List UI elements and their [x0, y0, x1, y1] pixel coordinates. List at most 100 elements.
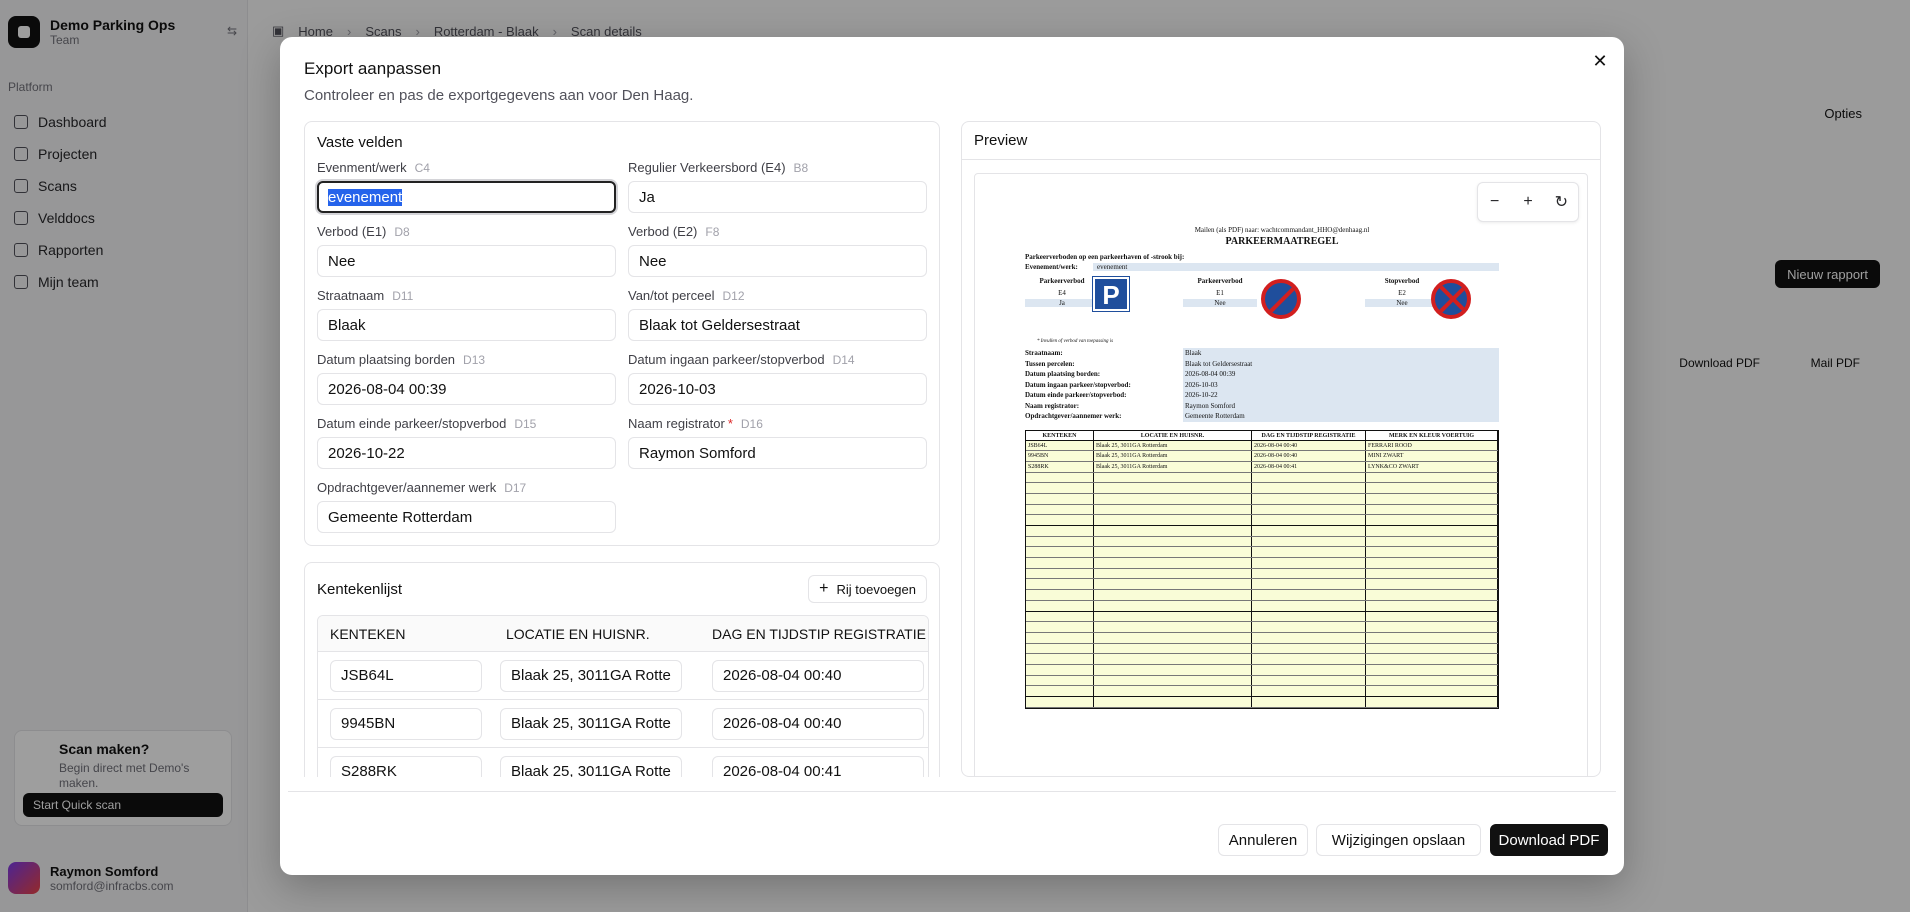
pdf-table-cell	[1026, 654, 1094, 664]
pdf-table-row	[1026, 547, 1498, 559]
pdf-table-row: JSB64L Blaak 25, 3011GA Rotterdam 2026-08-…	[1026, 440, 1498, 452]
pdf-event-value: evenement	[1093, 263, 1499, 271]
pdf-table-row	[1026, 579, 1498, 591]
field-label: Evenment/werk C4	[317, 159, 616, 177]
pdf-table-cell	[1094, 622, 1252, 632]
pdf-preview[interactable]: − + ↻ Mailen (als PDF) naar: wachtcomman…	[974, 173, 1588, 776]
field-label-text: Regulier Verkeersbord (E4)	[628, 160, 786, 175]
pdf-table-row	[1026, 483, 1498, 494]
field-cell-ref: B8	[793, 161, 809, 175]
pdf-info-value: Raymon Somford	[1183, 400, 1499, 411]
fixed-fields-card: Vaste velden Evenment/werk C4 Regulier Ver…	[304, 121, 940, 546]
reset-zoom-icon[interactable]: ↻	[1550, 192, 1572, 212]
field-label-text: Datum einde parkeer/stopverbod	[317, 416, 507, 431]
plate-input[interactable]	[330, 707, 482, 740]
timestamp-input[interactable]	[712, 707, 924, 740]
pdf-table-row	[1026, 504, 1498, 516]
form-field: Naam registrator * D16	[628, 415, 927, 479]
pdf-table-cell: LYNK&CO ZWART	[1366, 461, 1498, 472]
pdf-table-cell	[1094, 600, 1252, 611]
field-label: Verbod (E2) F8	[628, 223, 927, 241]
pdf-plates-table: KENTEKEN LOCATIE EN HUISNR. DAG EN TIJDS…	[1025, 429, 1499, 709]
field-label: Datum plaatsing borden D13	[317, 351, 616, 369]
field-label: Van/tot perceel D12	[628, 287, 927, 305]
field-input[interactable]	[317, 309, 616, 341]
fixed-fields-title: Vaste velden	[317, 134, 403, 151]
pdf-table-cell	[1252, 493, 1366, 504]
field-input[interactable]	[317, 501, 616, 533]
pdf-title: PARKEERMAATREGEL	[1225, 236, 1339, 247]
pdf-table-row	[1026, 622, 1498, 633]
pdf-table-cell: JSB64L	[1026, 440, 1094, 451]
pdf-table-cell	[1252, 622, 1366, 632]
field-input[interactable]	[317, 373, 616, 405]
pdf-info-value: 2026-10-03	[1183, 379, 1499, 390]
location-input[interactable]	[500, 707, 682, 740]
location-input[interactable]	[500, 659, 682, 692]
timestamp-input[interactable]	[712, 659, 924, 692]
field-cell-ref: D8	[394, 225, 410, 239]
pdf-table-row	[1026, 686, 1498, 697]
pdf-table-cell	[1026, 579, 1094, 590]
pdf-table-cell	[1026, 622, 1094, 632]
dialog-footer: Annuleren Wijzigingen opslaan Download P…	[288, 791, 1616, 875]
field-cell-ref: D13	[463, 353, 486, 367]
download-pdf-button[interactable]: Download PDF	[1490, 824, 1608, 856]
sign-name: Parkeerverbod	[1197, 277, 1243, 285]
pdf-table-cell	[1094, 536, 1252, 547]
close-icon[interactable]: ✕	[1590, 51, 1610, 71]
form-field: Datum ingaan parkeer/stopverbod D14	[628, 351, 927, 415]
form-scroll-area[interactable]: Vaste velden Evenment/werk C4 Regulier Ver…	[304, 121, 940, 777]
pdf-table-row	[1026, 600, 1498, 612]
pdf-table-cell	[1366, 654, 1498, 664]
pdf-table-cell	[1252, 600, 1366, 611]
pdf-table-cell	[1252, 472, 1366, 483]
pdf-table-row	[1026, 664, 1498, 676]
pdf-table-cell	[1366, 536, 1498, 547]
field-input[interactable]	[317, 181, 616, 213]
zoom-out-icon[interactable]: −	[1484, 193, 1506, 211]
field-input[interactable]	[628, 437, 927, 469]
field-label-text: Evenment/werk	[317, 160, 407, 175]
add-row-button[interactable]: + Rij toevoegen	[808, 575, 927, 603]
field-input[interactable]	[317, 245, 616, 277]
pdf-column-header: DAG EN TIJDSTIP REGISTRATIE	[1252, 430, 1366, 441]
pdf-table-cell: Blaak 25, 3011GA Rotterdam	[1094, 451, 1252, 461]
pdf-table-cell	[1252, 536, 1366, 547]
field-input[interactable]	[628, 181, 927, 213]
cancel-button[interactable]: Annuleren	[1218, 824, 1308, 856]
zoom-in-icon[interactable]: +	[1517, 193, 1539, 211]
pdf-table-row	[1026, 675, 1498, 687]
plate-input[interactable]	[330, 659, 482, 692]
location-input[interactable]	[500, 755, 682, 777]
pdf-table-cell	[1366, 558, 1498, 568]
pdf-table-cell: Blaak 25, 3011GA Rotterdam	[1094, 461, 1252, 472]
field-label: Straatnaam D11	[317, 287, 616, 305]
pdf-table-cell	[1366, 675, 1498, 686]
field-input[interactable]	[317, 437, 616, 469]
pdf-table-cell	[1366, 622, 1498, 632]
pdf-table-row	[1026, 493, 1498, 505]
pdf-sign-e4: Parkeerverbod E4 Ja	[1025, 277, 1099, 307]
field-input[interactable]	[628, 309, 927, 341]
field-label: Naam registrator * D16	[628, 415, 927, 433]
pdf-table-cell	[1094, 526, 1252, 536]
required-marker: *	[727, 416, 733, 431]
pdf-table-cell	[1366, 568, 1498, 579]
pdf-table-cell	[1366, 643, 1498, 654]
pdf-table-cell	[1252, 664, 1366, 675]
pdf-table-cell	[1094, 493, 1252, 504]
pdf-table-row	[1026, 654, 1498, 665]
plate-input[interactable]	[330, 755, 482, 777]
pdf-table-cell	[1026, 611, 1094, 622]
pdf-table-cell	[1366, 472, 1498, 483]
timestamp-input[interactable]	[712, 755, 924, 777]
pdf-signs: Parkeerverbod E4 Ja P Parkeerverbod E1 N…	[1025, 276, 1499, 337]
field-input[interactable]	[628, 245, 927, 277]
pdf-table-row	[1026, 558, 1498, 569]
pdf-table-cell	[1366, 515, 1498, 525]
pdf-info-key: Naam registrator:	[1025, 401, 1080, 410]
field-input[interactable]	[628, 373, 927, 405]
field-label-text: Verbod (E2)	[628, 224, 698, 239]
save-changes-button[interactable]: Wijzigingen opslaan	[1316, 824, 1481, 856]
